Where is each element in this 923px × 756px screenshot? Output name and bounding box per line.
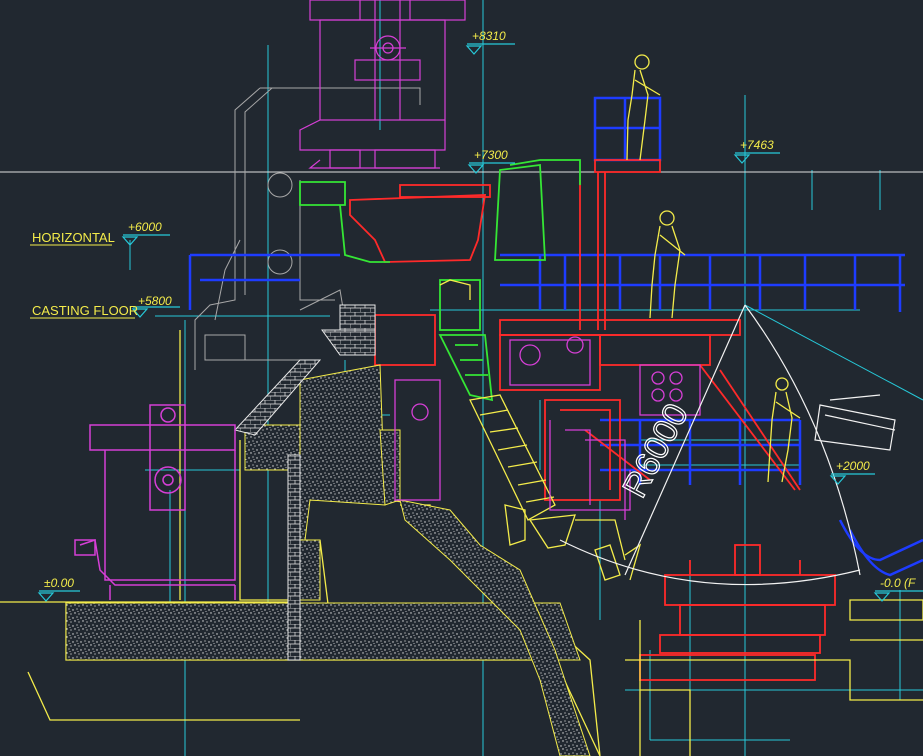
radius-label: R6000 bbox=[616, 397, 697, 503]
elevation-markers bbox=[37, 43, 923, 602]
horizontal-label: HORIZONTAL bbox=[32, 230, 115, 245]
ladle-turret-top bbox=[299, 0, 466, 169]
ladle-car bbox=[74, 404, 236, 600]
elevation-6000: +6000 bbox=[128, 220, 162, 234]
worker-figure-middle bbox=[649, 210, 686, 319]
casting-floor-label: CASTING FLOOR bbox=[32, 303, 138, 318]
tundish-and-segments bbox=[349, 159, 801, 501]
steel-column bbox=[194, 87, 421, 370]
concrete-foundation bbox=[65, 364, 591, 756]
elevation-zero: ±0.00 bbox=[44, 576, 74, 590]
elevation-8310: +8310 bbox=[472, 29, 506, 43]
elevation-7463: +7463 bbox=[740, 138, 774, 152]
elevation-2000: +2000 bbox=[836, 459, 870, 473]
elevation-5800: +5800 bbox=[138, 294, 172, 308]
elevation-7300: +7300 bbox=[474, 148, 508, 162]
cad-drawing-canvas: HORIZONTAL CASTING FLOOR +8310 +7300 +74… bbox=[0, 0, 923, 756]
elevation-zero-right: -0.0 (F bbox=[880, 576, 916, 590]
worker-figure-top bbox=[626, 54, 661, 161]
